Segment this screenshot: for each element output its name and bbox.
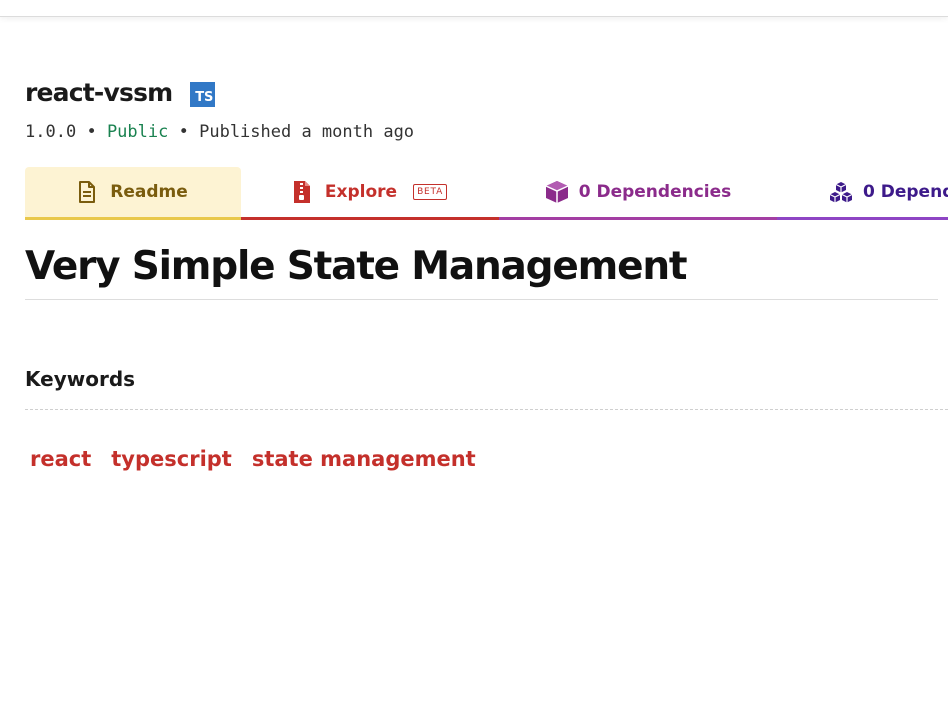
top-bar xyxy=(0,0,948,17)
keyword-link[interactable]: typescript xyxy=(111,447,232,471)
meta-separator: • xyxy=(86,122,97,142)
beta-badge: BETA xyxy=(413,184,448,200)
cube-icon xyxy=(545,180,569,204)
cubes-icon xyxy=(829,181,853,203)
readme-title: Very Simple State Management xyxy=(25,244,938,300)
package-version: 1.0.0 xyxy=(25,122,77,142)
tab-dependencies-label: 0 Dependencies xyxy=(578,182,732,202)
file-text-icon xyxy=(78,181,96,203)
package-published: Published a month ago xyxy=(199,122,415,142)
keywords-list: react typescript state management xyxy=(30,447,476,471)
package-name: react-vssm xyxy=(25,78,173,107)
keywords-heading: Keywords xyxy=(25,367,948,410)
tab-explore-label: Explore xyxy=(324,182,398,202)
tab-readme-label: Readme xyxy=(110,182,188,202)
package-header: react-vssm TS xyxy=(25,78,216,107)
tab-dependencies[interactable]: 0 Dependencies xyxy=(499,167,777,220)
package-meta: 1.0.0 • Public • Published a month ago xyxy=(25,122,414,142)
keyword-link[interactable]: state management xyxy=(252,447,476,471)
package-tabs: Readme Explore BETA 0 Dependencies 0 Dep… xyxy=(25,167,948,223)
tab-readme[interactable]: Readme xyxy=(25,167,241,220)
keyword-link[interactable]: react xyxy=(30,447,91,471)
tab-explore[interactable]: Explore BETA xyxy=(241,167,499,220)
tab-dependents[interactable]: 0 Dependents xyxy=(777,167,948,220)
meta-separator: • xyxy=(178,122,189,142)
tab-dependents-label: 0 Dependents xyxy=(863,182,948,202)
package-visibility: Public xyxy=(106,122,169,142)
typescript-badge: TS xyxy=(190,81,216,107)
zip-file-icon xyxy=(293,180,311,204)
